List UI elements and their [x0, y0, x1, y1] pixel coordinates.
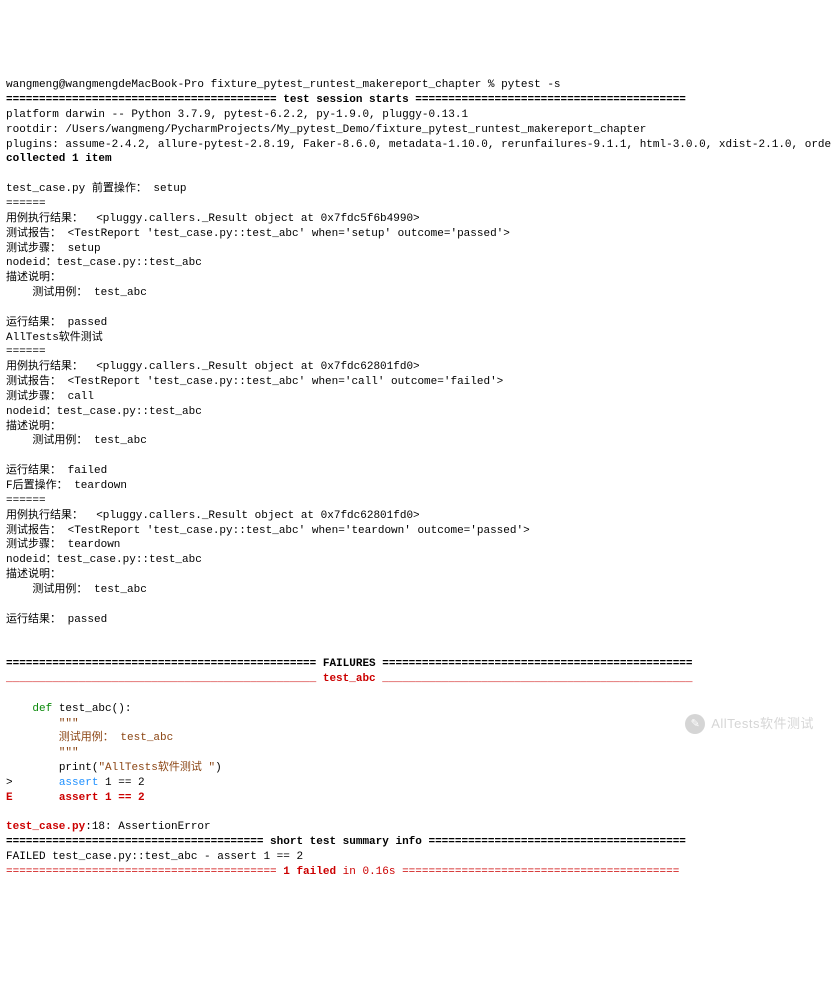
- block-2-case: 测试用例： test_abc: [6, 584, 147, 596]
- code-doc-close: """: [6, 747, 79, 759]
- code-print-fn: print: [59, 762, 92, 774]
- code-def-kw: def: [32, 703, 52, 715]
- block-1-case: 测试用例： test_abc: [6, 435, 147, 447]
- block-0-desc: 描述说明：: [6, 272, 61, 284]
- summary-failed-line: FAILED test_case.py::test_abc - assert 1…: [6, 851, 303, 863]
- block-0-case: 测试用例： test_abc: [6, 287, 147, 299]
- code-gt: >: [6, 777, 59, 789]
- pre-setup-line: test_case.py 前置操作： setup: [6, 183, 186, 195]
- block-1-step: 测试步骤： call: [6, 391, 94, 403]
- block-1-nodeid: nodeid：test_case.py::test_abc: [6, 406, 202, 418]
- code-doc-body: 测试用例： test_abc: [6, 732, 173, 744]
- code-assert-kw: assert: [59, 777, 99, 789]
- failures-subheader: ________________________________________…: [6, 673, 693, 685]
- block-0-nodeid: nodeid：test_case.py::test_abc: [6, 257, 202, 269]
- block-2-report: 测试报告： <TestReport 'test_case.py::test_ab…: [6, 525, 530, 537]
- separator: ======: [6, 495, 46, 507]
- terminal-output: wangmeng@wangmengdeMacBook-Pro fixture_p…: [6, 63, 826, 879]
- block-0-result: 用例执行结果： <pluggy.callers._Result object a…: [6, 213, 420, 225]
- block-1-report: 测试报告： <TestReport 'test_case.py::test_ab…: [6, 376, 503, 388]
- block-2-result: 用例执行结果： <pluggy.callers._Result object a…: [6, 510, 420, 522]
- block-0-report: 测试报告： <TestReport 'test_case.py::test_ab…: [6, 228, 510, 240]
- block-1-extra: F后置操作： teardown: [6, 480, 127, 492]
- code-doc-open: """: [6, 718, 79, 730]
- session-platform: platform darwin -- Python 3.7.9, pytest-…: [6, 109, 468, 121]
- block-2-desc: 描述说明：: [6, 569, 61, 581]
- failures-header: ========================================…: [6, 658, 693, 670]
- summary-final-line: ========================================…: [6, 866, 679, 878]
- block-0-extra: AllTests软件测试: [6, 332, 103, 344]
- block-2-nodeid: nodeid：test_case.py::test_abc: [6, 554, 202, 566]
- block-1-desc: 描述说明：: [6, 421, 61, 433]
- block-0-run-result: 运行结果： passed: [6, 317, 107, 329]
- separator: ======: [6, 198, 46, 210]
- block-2-run-result: 运行结果： passed: [6, 614, 107, 626]
- code-print-str: "AllTests软件测试 ": [98, 762, 215, 774]
- short-summary-header: ======================================= …: [6, 836, 686, 848]
- code-def-name: test_abc: [52, 703, 111, 715]
- block-1-result: 用例执行结果： <pluggy.callers._Result object a…: [6, 361, 420, 373]
- failure-location: test_case.py:18: AssertionError: [6, 821, 211, 833]
- session-collected: collected 1 item: [6, 153, 112, 165]
- session-header: ========================================…: [6, 94, 686, 106]
- block-0-step: 测试步骤： setup: [6, 243, 101, 255]
- code-error-line: E assert 1 == 2: [6, 792, 145, 804]
- code-print-open: (: [92, 762, 99, 774]
- session-plugins: plugins: assume-2.4.2, allure-pytest-2.8…: [6, 139, 832, 151]
- shell-prompt: wangmeng@wangmengdeMacBook-Pro fixture_p…: [6, 79, 561, 91]
- code-print-close: ): [215, 762, 222, 774]
- separator: ======: [6, 346, 46, 358]
- session-rootdir: rootdir: /Users/wangmeng/PycharmProjects…: [6, 124, 646, 136]
- code-def-paren: ():: [112, 703, 132, 715]
- block-1-run-result: 运行结果： failed: [6, 465, 107, 477]
- block-2-step: 测试步骤： teardown: [6, 539, 120, 551]
- code-assert-expr: 1 == 2: [98, 777, 144, 789]
